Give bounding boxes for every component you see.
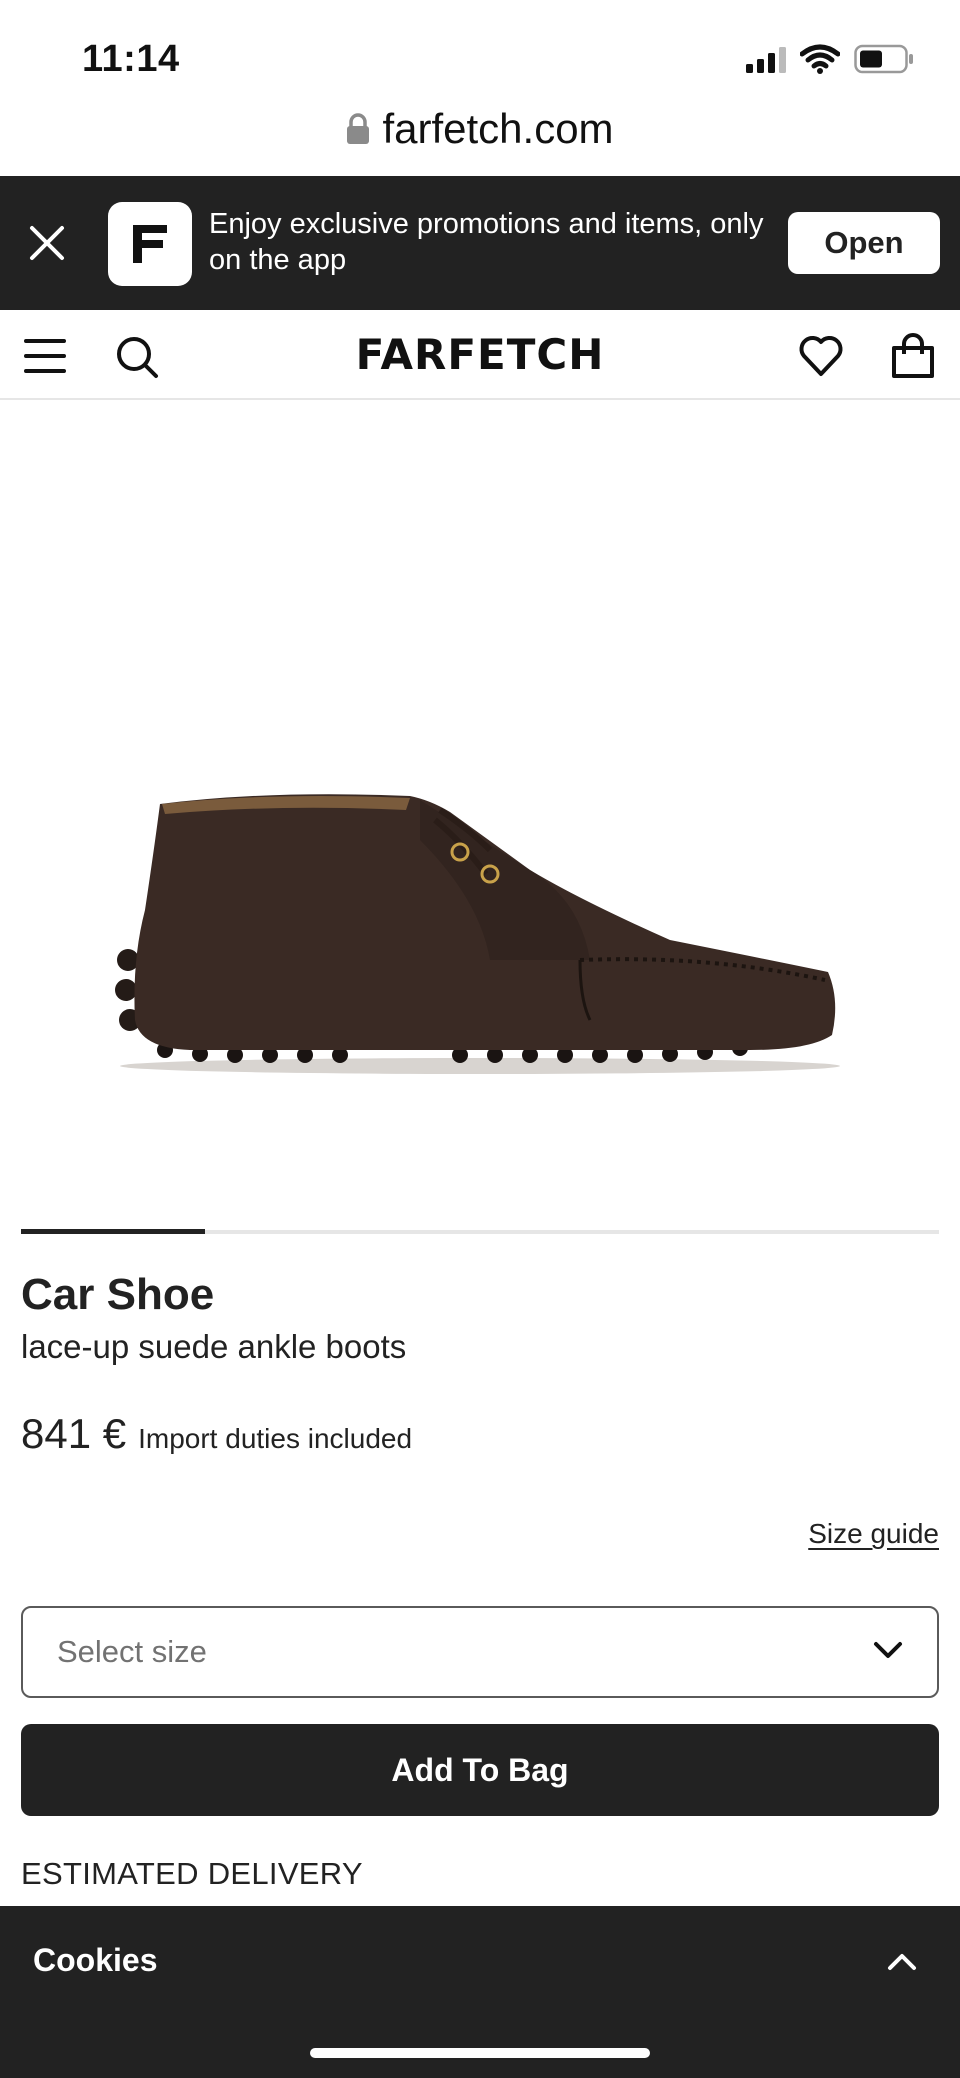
banner-message: Enjoy exclusive promotions and items, on…: [209, 208, 764, 276]
size-select-placeholder: Select size: [57, 1634, 207, 1669]
size-guide-link[interactable]: Size guide: [808, 1518, 939, 1550]
chevron-down-icon: [873, 1640, 903, 1665]
import-duties-note: Import duties included: [138, 1423, 413, 1454]
farfetch-app-logo: [108, 202, 192, 286]
product-photo-boot: [115, 794, 840, 1074]
add-to-bag-button[interactable]: Add To Bag: [21, 1724, 939, 1816]
menu-icon[interactable]: [24, 336, 66, 376]
product-name: lace-up suede ankle boots: [21, 1328, 407, 1365]
add-to-bag-label: Add To Bag: [391, 1751, 569, 1788]
chevron-up-icon[interactable]: [886, 1950, 918, 1974]
status-icons: [746, 44, 914, 74]
url-text: farfetch.com: [382, 105, 614, 152]
app-banner: Enjoy exclusive promotions and items, on…: [0, 176, 960, 310]
cookies-bar[interactable]: Cookies: [0, 1906, 960, 2078]
gallery-progress-fill: [21, 1229, 205, 1234]
product-image[interactable]: [0, 402, 960, 1222]
price-row: 841 € Import duties included: [21, 1410, 412, 1458]
product-brand[interactable]: Car Shoe: [21, 1270, 214, 1320]
status-bar: 11:14: [0, 0, 960, 110]
brand-logo-text[interactable]: FARFETCH: [356, 330, 605, 379]
close-icon[interactable]: [26, 222, 68, 264]
battery-icon: [854, 44, 914, 74]
search-icon[interactable]: [114, 334, 160, 380]
size-select[interactable]: Select size: [21, 1606, 939, 1698]
shopping-bag-icon[interactable]: [890, 332, 936, 380]
header-nav: FARFETCH: [0, 310, 960, 400]
wifi-icon: [800, 44, 840, 74]
lock-icon: [346, 113, 370, 145]
home-indicator: [310, 2048, 650, 2058]
status-time: 11:14: [82, 38, 180, 80]
product-price: 841 €: [21, 1410, 127, 1457]
heart-icon[interactable]: [798, 334, 844, 378]
estimated-delivery-heading: ESTIMATED DELIVERY: [21, 1856, 363, 1891]
signal-icon: [746, 45, 786, 73]
cookies-label: Cookies: [33, 1942, 158, 1978]
open-app-button[interactable]: Open: [788, 212, 940, 274]
url-bar[interactable]: farfetch.com: [0, 96, 960, 162]
gallery-progress: [21, 1229, 939, 1234]
